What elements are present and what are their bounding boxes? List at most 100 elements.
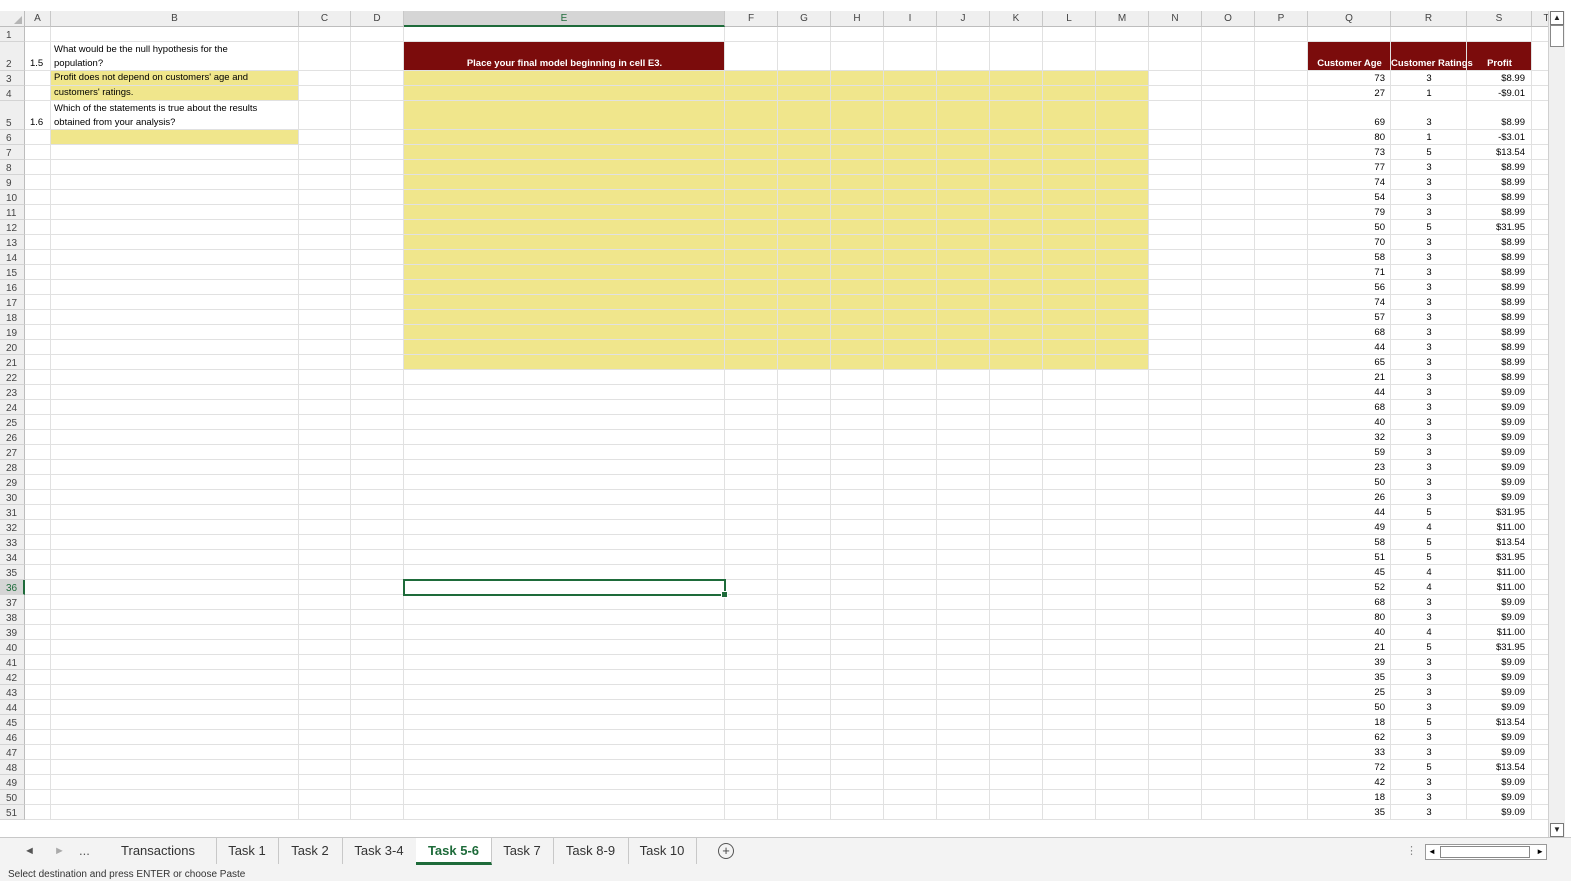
grid-cell[interactable]	[725, 565, 778, 580]
grid-cell[interactable]	[25, 250, 51, 265]
row-header-44[interactable]: 44	[0, 700, 25, 715]
grid-cell[interactable]	[1255, 610, 1308, 625]
table-cell-age[interactable]: 21	[1308, 641, 1385, 655]
table-cell-profit[interactable]: $8.99	[1467, 371, 1525, 385]
grid-cell[interactable]	[1096, 250, 1149, 265]
grid-cell[interactable]	[404, 760, 725, 775]
grid-cell[interactable]	[1202, 190, 1255, 205]
grid-cell[interactable]	[1202, 27, 1255, 42]
table-cell-age[interactable]: 21	[1308, 371, 1385, 385]
grid-cell[interactable]	[884, 685, 937, 700]
grid-cell[interactable]	[1255, 400, 1308, 415]
grid-cell[interactable]	[351, 27, 404, 42]
table-cell-profit[interactable]: $11.00	[1467, 521, 1525, 535]
table-cell-rating[interactable]: 3	[1391, 161, 1467, 175]
table-cell-rating[interactable]: 3	[1391, 791, 1467, 805]
grid-cell[interactable]	[1202, 205, 1255, 220]
grid-cell[interactable]	[1149, 445, 1202, 460]
grid-cell[interactable]	[1149, 610, 1202, 625]
table-cell-age[interactable]: 59	[1308, 446, 1385, 460]
table-cell-age[interactable]: 73	[1308, 146, 1385, 160]
grid-cell[interactable]	[51, 805, 299, 820]
grid-cell[interactable]	[1096, 790, 1149, 805]
grid-cell[interactable]	[937, 415, 990, 430]
table-cell-age[interactable]: 25	[1308, 686, 1385, 700]
grid-cell[interactable]	[25, 535, 51, 550]
table-cell-profit[interactable]: $8.99	[1467, 116, 1525, 130]
grid-cell[interactable]	[1149, 490, 1202, 505]
grid-cell[interactable]	[831, 385, 884, 400]
table-cell-profit[interactable]: $9.09	[1467, 746, 1525, 760]
grid-cell[interactable]	[1149, 130, 1202, 145]
table-cell-profit[interactable]: $31.95	[1467, 551, 1525, 565]
grid-cell[interactable]	[1043, 730, 1096, 745]
grid-cell[interactable]	[1202, 565, 1255, 580]
grid-cell[interactable]	[1202, 295, 1255, 310]
grid-cell[interactable]	[51, 220, 299, 235]
sheet-tab-task-10[interactable]: Task 10	[628, 838, 697, 864]
grid-cell[interactable]	[1255, 220, 1308, 235]
grid-cell[interactable]	[404, 715, 725, 730]
grid-cell[interactable]	[51, 355, 299, 370]
grid-cell[interactable]	[1043, 715, 1096, 730]
table-cell-rating[interactable]: 3	[1391, 356, 1467, 370]
grid-cell[interactable]	[25, 715, 51, 730]
table-cell-age[interactable]: 52	[1308, 581, 1385, 595]
table-cell-rating[interactable]: 4	[1391, 626, 1467, 640]
row-header-2[interactable]: 2	[0, 42, 25, 71]
grid-cell[interactable]	[1532, 625, 1548, 640]
row-header-32[interactable]: 32	[0, 520, 25, 535]
grid-cell[interactable]	[25, 775, 51, 790]
grid-cell[interactable]	[884, 745, 937, 760]
grid-cell[interactable]	[25, 265, 51, 280]
grid-cell[interactable]	[299, 655, 351, 670]
grid-cell[interactable]	[778, 265, 831, 280]
grid-cell[interactable]	[1532, 220, 1548, 235]
grid-cell[interactable]	[1255, 145, 1308, 160]
grid-cell[interactable]	[1202, 535, 1255, 550]
grid-cell[interactable]	[404, 71, 725, 86]
grid-cell[interactable]	[25, 730, 51, 745]
grid-cell[interactable]	[1255, 190, 1308, 205]
grid-cell[interactable]	[1532, 685, 1548, 700]
row-header-12[interactable]: 12	[0, 220, 25, 235]
scroll-down-icon[interactable]: ▼	[1550, 823, 1564, 837]
grid-cell[interactable]	[1096, 595, 1149, 610]
table-cell-rating[interactable]: 3	[1391, 206, 1467, 220]
grid-cell[interactable]	[1043, 415, 1096, 430]
grid-cell[interactable]	[884, 265, 937, 280]
grid-cell[interactable]	[778, 445, 831, 460]
grid-cell[interactable]	[778, 505, 831, 520]
column-header-a[interactable]: A	[25, 11, 51, 27]
column-header-f[interactable]: F	[725, 11, 778, 27]
grid-cell[interactable]	[1532, 370, 1548, 385]
row-header-34[interactable]: 34	[0, 550, 25, 565]
grid-cell[interactable]	[1255, 580, 1308, 595]
table-cell-age[interactable]: 77	[1308, 161, 1385, 175]
table-cell-rating[interactable]: 1	[1391, 131, 1467, 145]
grid-cell[interactable]	[1202, 400, 1255, 415]
grid-cell[interactable]	[299, 760, 351, 775]
grid-cell[interactable]	[1532, 700, 1548, 715]
grid-cell[interactable]	[404, 265, 725, 280]
grid-cell[interactable]	[831, 550, 884, 565]
grid-cell[interactable]	[25, 625, 51, 640]
table-cell-rating[interactable]: 5	[1391, 641, 1467, 655]
table-cell-age[interactable]: 54	[1308, 191, 1385, 205]
grid-cell[interactable]	[990, 625, 1043, 640]
grid-cell[interactable]	[937, 430, 990, 445]
grid-cell[interactable]	[1255, 730, 1308, 745]
grid-cell[interactable]	[1202, 42, 1255, 71]
grid-cell[interactable]	[1255, 175, 1308, 190]
grid-cell[interactable]	[937, 730, 990, 745]
grid-cell[interactable]	[25, 805, 51, 820]
grid-cell[interactable]	[1532, 400, 1548, 415]
grid-cell[interactable]	[990, 415, 1043, 430]
grid-cell[interactable]	[1202, 505, 1255, 520]
grid-cell[interactable]	[937, 550, 990, 565]
grid-cell[interactable]	[937, 625, 990, 640]
grid-cell[interactable]	[937, 640, 990, 655]
grid-cell[interactable]	[1202, 160, 1255, 175]
grid-cell[interactable]	[1532, 145, 1548, 160]
grid-cell[interactable]	[25, 445, 51, 460]
